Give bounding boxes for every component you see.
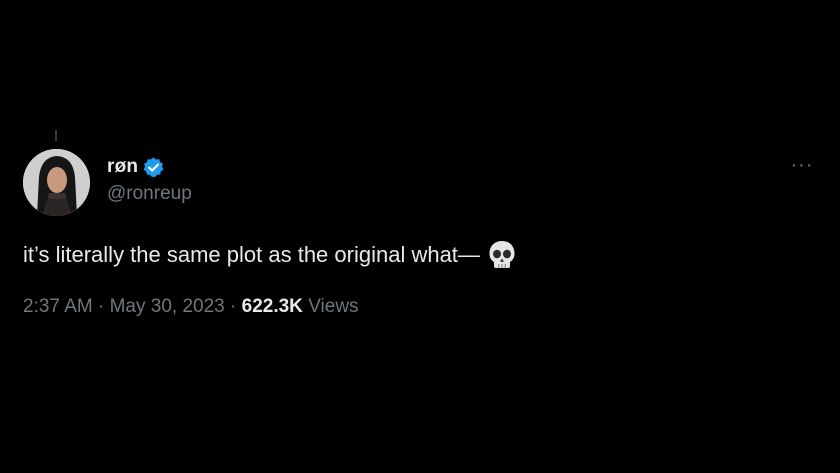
author-block: røn @ronreup	[107, 155, 192, 205]
avatar-image	[23, 149, 90, 216]
tweet-text-content: it’s literally the same plot as the orig…	[23, 242, 480, 267]
more-options-icon[interactable]: ···	[788, 154, 816, 176]
views-label: Views	[302, 296, 359, 317]
tweet-date[interactable]: May 30, 2023	[110, 296, 225, 317]
skull-emoji-icon	[488, 240, 516, 270]
tweet-text: it’s literally the same plot as the orig…	[23, 240, 516, 270]
views-count[interactable]: 622.3K	[242, 296, 303, 317]
meta-separator: ·	[224, 296, 242, 317]
meta-separator: ·	[92, 296, 110, 317]
tweet-time[interactable]: 2:37 AM	[23, 296, 93, 317]
handle[interactable]: @ronreup	[107, 183, 192, 205]
verified-badge-icon[interactable]	[142, 156, 165, 179]
thread-line	[55, 130, 57, 141]
tweet-card[interactable]: røn @ronreup ··· it’s literally the same…	[0, 0, 840, 473]
display-name[interactable]: røn	[107, 156, 138, 178]
tweet-meta: 2:37 AM · May 30, 2023 · 622.3K Views	[23, 296, 359, 318]
avatar[interactable]	[23, 149, 90, 216]
name-row: røn	[107, 155, 192, 179]
